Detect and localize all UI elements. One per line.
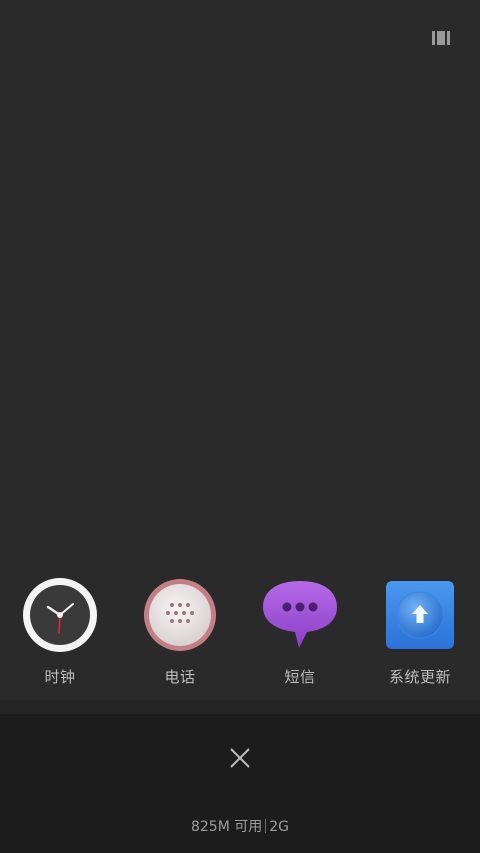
close-all-button[interactable] xyxy=(220,738,260,778)
recent-app-clock[interactable]: 时钟 xyxy=(0,570,120,690)
close-icon xyxy=(230,748,250,768)
memory-total: 2G xyxy=(269,819,290,835)
system-update-icon xyxy=(380,575,460,655)
recent-apps-tray: 时钟 电话 短信 系统更新 xyxy=(0,570,480,700)
memory-status: 825M 可用 2G xyxy=(0,816,480,836)
memory-available: 825M 可用 xyxy=(190,819,263,835)
app-label: 短信 xyxy=(284,668,316,686)
phone-dialpad-icon xyxy=(140,575,220,655)
task-view-toggle-icon[interactable] xyxy=(430,30,452,46)
bottom-panel: 825M 可用 2G xyxy=(0,714,480,853)
recent-app-phone[interactable]: 电话 xyxy=(120,570,240,690)
message-bubble-icon xyxy=(260,575,340,655)
app-label: 电话 xyxy=(164,668,196,686)
recent-app-messages[interactable]: 短信 xyxy=(240,570,360,690)
tray-divider xyxy=(0,700,480,714)
clock-icon xyxy=(20,575,100,655)
memory-separator xyxy=(265,819,267,833)
recent-app-system-update[interactable]: 系统更新 xyxy=(360,570,480,690)
app-label: 时钟 xyxy=(44,668,76,686)
app-label: 系统更新 xyxy=(388,668,451,686)
top-bar xyxy=(0,0,480,80)
